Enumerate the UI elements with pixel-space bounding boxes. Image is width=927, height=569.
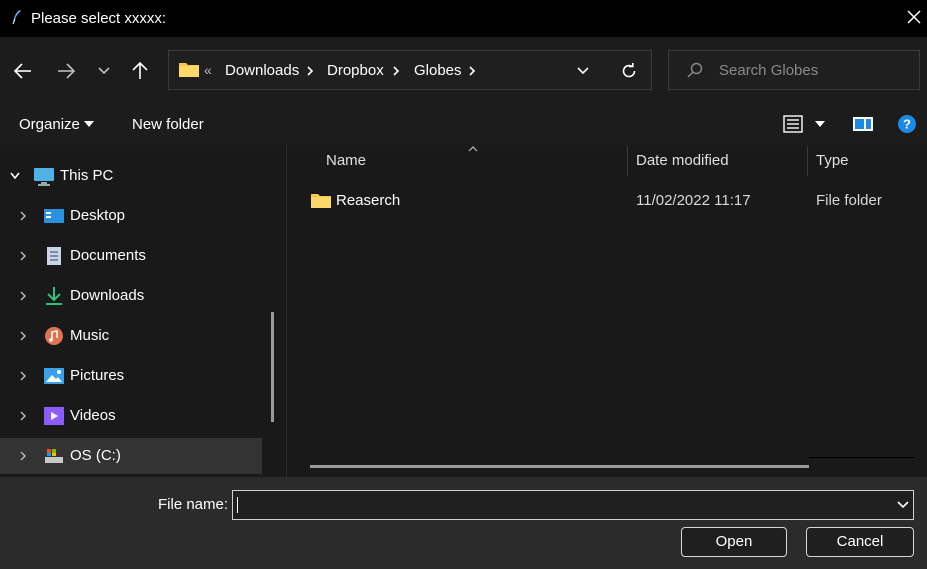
organize-dropdown-icon[interactable] (83, 120, 95, 128)
search-placeholder[interactable]: Search Globes (719, 62, 818, 79)
preview-pane-icon[interactable] (852, 115, 874, 133)
file-name: Reaserch (336, 192, 401, 209)
music-icon (45, 327, 63, 345)
nav-label-pictures: Pictures (70, 367, 125, 384)
sort-ascending-icon (468, 146, 478, 152)
view-dropdown-icon[interactable] (814, 120, 826, 128)
cancel-button[interactable]: Cancel (806, 527, 914, 557)
column-header-type[interactable]: Type (816, 152, 849, 169)
open-button[interactable]: Open (681, 527, 787, 557)
expand-chevron-icon[interactable] (9, 171, 21, 181)
feather-icon (12, 10, 21, 25)
expand-chevron-icon[interactable] (18, 410, 28, 422)
column-header-name[interactable]: Name (326, 152, 366, 169)
documents-icon (47, 247, 61, 265)
file-name-dropdown-icon[interactable] (896, 500, 910, 510)
file-row[interactable]: Reaserch 11/02/2022 11:17 File folder (300, 186, 927, 216)
horizontal-scrollbar[interactable] (310, 465, 809, 468)
expand-chevron-icon[interactable] (18, 250, 28, 262)
up-arrow-icon[interactable] (129, 59, 151, 81)
column-separator[interactable] (807, 146, 808, 176)
nav-label-downloads: Downloads (70, 287, 145, 304)
breadcrumb-overflow[interactable]: « (204, 62, 212, 78)
view-details-icon[interactable] (783, 114, 803, 134)
nav-item-downloads[interactable]: Downloads (0, 278, 262, 314)
breadcrumb-downloads[interactable]: Downloads (225, 62, 299, 79)
nav-label-os-drive: OS (C:) (70, 447, 121, 464)
close-icon[interactable] (906, 9, 922, 25)
breadcrumb-chevron-icon[interactable] (392, 65, 400, 77)
scrollbar-track (809, 457, 915, 458)
nav-pane-scrollbar[interactable] (271, 312, 274, 422)
breadcrumb-chevron-icon[interactable] (306, 65, 314, 77)
expand-chevron-icon[interactable] (18, 370, 28, 382)
nav-label-videos: Videos (70, 407, 116, 424)
forward-arrow-icon[interactable] (55, 60, 77, 82)
nav-label-documents: Documents (70, 247, 146, 264)
nav-item-pictures[interactable]: Pictures (0, 358, 262, 394)
nav-item-videos[interactable]: Videos (0, 398, 262, 434)
folder-icon (311, 194, 331, 208)
help-icon[interactable]: ? (897, 114, 917, 134)
organize-button[interactable]: Organize (19, 116, 80, 133)
address-dropdown-icon[interactable] (576, 66, 590, 76)
back-arrow-icon[interactable] (12, 60, 34, 82)
folder-icon (179, 63, 199, 77)
nav-item-this-pc[interactable]: This PC (0, 158, 262, 194)
text-caret (237, 497, 238, 513)
column-header-date-modified[interactable]: Date modified (636, 152, 729, 169)
window-title: Please select xxxxx: (31, 10, 167, 27)
expand-chevron-icon[interactable] (18, 450, 28, 462)
drive-icon (45, 449, 63, 463)
nav-item-desktop[interactable]: Desktop (0, 198, 262, 234)
breadcrumb-dropbox[interactable]: Dropbox (327, 62, 384, 79)
nav-item-documents[interactable]: Documents (0, 238, 262, 274)
downloads-icon (46, 287, 62, 305)
computer-icon (34, 168, 54, 186)
expand-chevron-icon[interactable] (18, 330, 28, 342)
file-name-input[interactable] (232, 490, 914, 520)
desktop-icon (44, 209, 64, 223)
svg-text:?: ? (903, 117, 911, 132)
expand-chevron-icon[interactable] (18, 210, 28, 222)
nav-item-music[interactable]: Music (0, 318, 262, 354)
nav-label-this-pc: This PC (60, 167, 114, 184)
new-folder-button[interactable]: New folder (132, 116, 204, 133)
refresh-icon[interactable] (620, 62, 638, 80)
recent-locations-chevron-icon[interactable] (97, 65, 111, 77)
file-name-label: File name: (158, 496, 229, 513)
column-separator[interactable] (627, 146, 628, 176)
nav-label-music: Music (70, 327, 110, 344)
file-date-modified: 11/02/2022 11:17 (636, 192, 751, 209)
nav-label-desktop: Desktop (70, 207, 126, 224)
breadcrumb-globes[interactable]: Globes (414, 62, 462, 79)
breadcrumb-chevron-icon[interactable] (468, 65, 476, 77)
search-icon (687, 62, 703, 78)
expand-chevron-icon[interactable] (18, 290, 28, 302)
file-type: File folder (816, 192, 882, 209)
videos-icon (44, 407, 64, 425)
nav-item-os-drive[interactable]: OS (C:) (0, 438, 262, 474)
pictures-icon (44, 368, 64, 384)
